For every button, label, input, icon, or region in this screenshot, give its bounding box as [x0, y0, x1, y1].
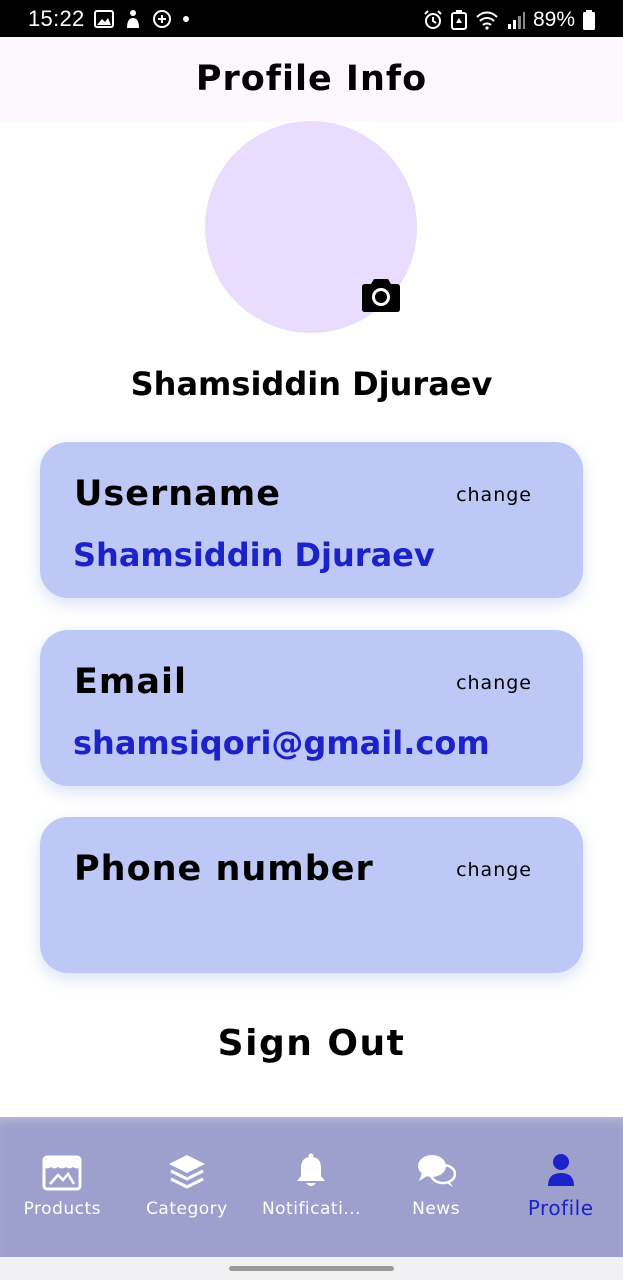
page-title: Profile Info: [195, 59, 428, 99]
wifi-icon: [475, 10, 499, 30]
change-username-button[interactable]: change: [456, 484, 532, 506]
profile-name: Shamsiddin Djuraev: [130, 365, 493, 403]
nav-item-category[interactable]: Category: [125, 1117, 250, 1257]
email-value: shamsiqori@gmail.com: [73, 724, 490, 762]
username-value: Shamsiddin Djuraev: [73, 536, 435, 574]
nav-label-news: News: [412, 1199, 461, 1219]
nav-label-profile: Profile: [527, 1196, 594, 1220]
email-label: Email: [74, 662, 187, 702]
status-left-icons: [94, 9, 190, 29]
change-phone-button[interactable]: change: [456, 859, 532, 881]
home-gesture-bar[interactable]: [229, 1266, 394, 1271]
sign-out-button[interactable]: Sign Out: [0, 1023, 623, 1064]
alarm-icon: [423, 10, 443, 30]
phone-card: Phone number change: [40, 817, 583, 973]
bell-icon: [249, 1153, 374, 1189]
app-header: Profile Info: [0, 37, 623, 121]
store-icon: [0, 1153, 125, 1191]
layers-icon: [125, 1153, 250, 1191]
email-card: Email change shamsiqori@gmail.com: [40, 630, 583, 786]
person-icon: [498, 1153, 623, 1187]
status-right-icons: 89%: [423, 8, 595, 32]
nav-label-category: Category: [146, 1199, 228, 1219]
status-time: 15:22: [28, 6, 85, 31]
chat-bubbles-icon: [374, 1153, 499, 1189]
message-plus-icon: [152, 9, 172, 29]
camera-icon[interactable]: [361, 277, 401, 313]
battery-icon: [583, 10, 595, 30]
phone-label: Phone number: [74, 849, 374, 889]
nav-label-products: Products: [23, 1199, 101, 1219]
nav-item-profile[interactable]: Profile: [498, 1117, 623, 1257]
nav-item-notifications[interactable]: Notificati...: [249, 1117, 374, 1257]
change-email-button[interactable]: change: [456, 672, 532, 694]
accessibility-icon: [124, 9, 142, 29]
gesture-area: [0, 1257, 623, 1280]
dot-icon: [182, 15, 190, 23]
nav-item-news[interactable]: News: [374, 1117, 499, 1257]
username-card: Username change Shamsiddin Djuraev: [40, 442, 583, 598]
battery-percent: 89%: [532, 8, 575, 31]
image-icon: [94, 10, 114, 28]
nav-item-products[interactable]: Products: [0, 1117, 125, 1257]
bottom-nav: Products Category Notificati... News Pro…: [0, 1117, 623, 1257]
recycle-icon: [450, 10, 467, 30]
signal-icon: [507, 11, 525, 29]
nav-label-notifications: Notificati...: [261, 1199, 362, 1219]
status-bar: 15:22 89%: [0, 0, 623, 37]
username-label: Username: [74, 474, 281, 514]
